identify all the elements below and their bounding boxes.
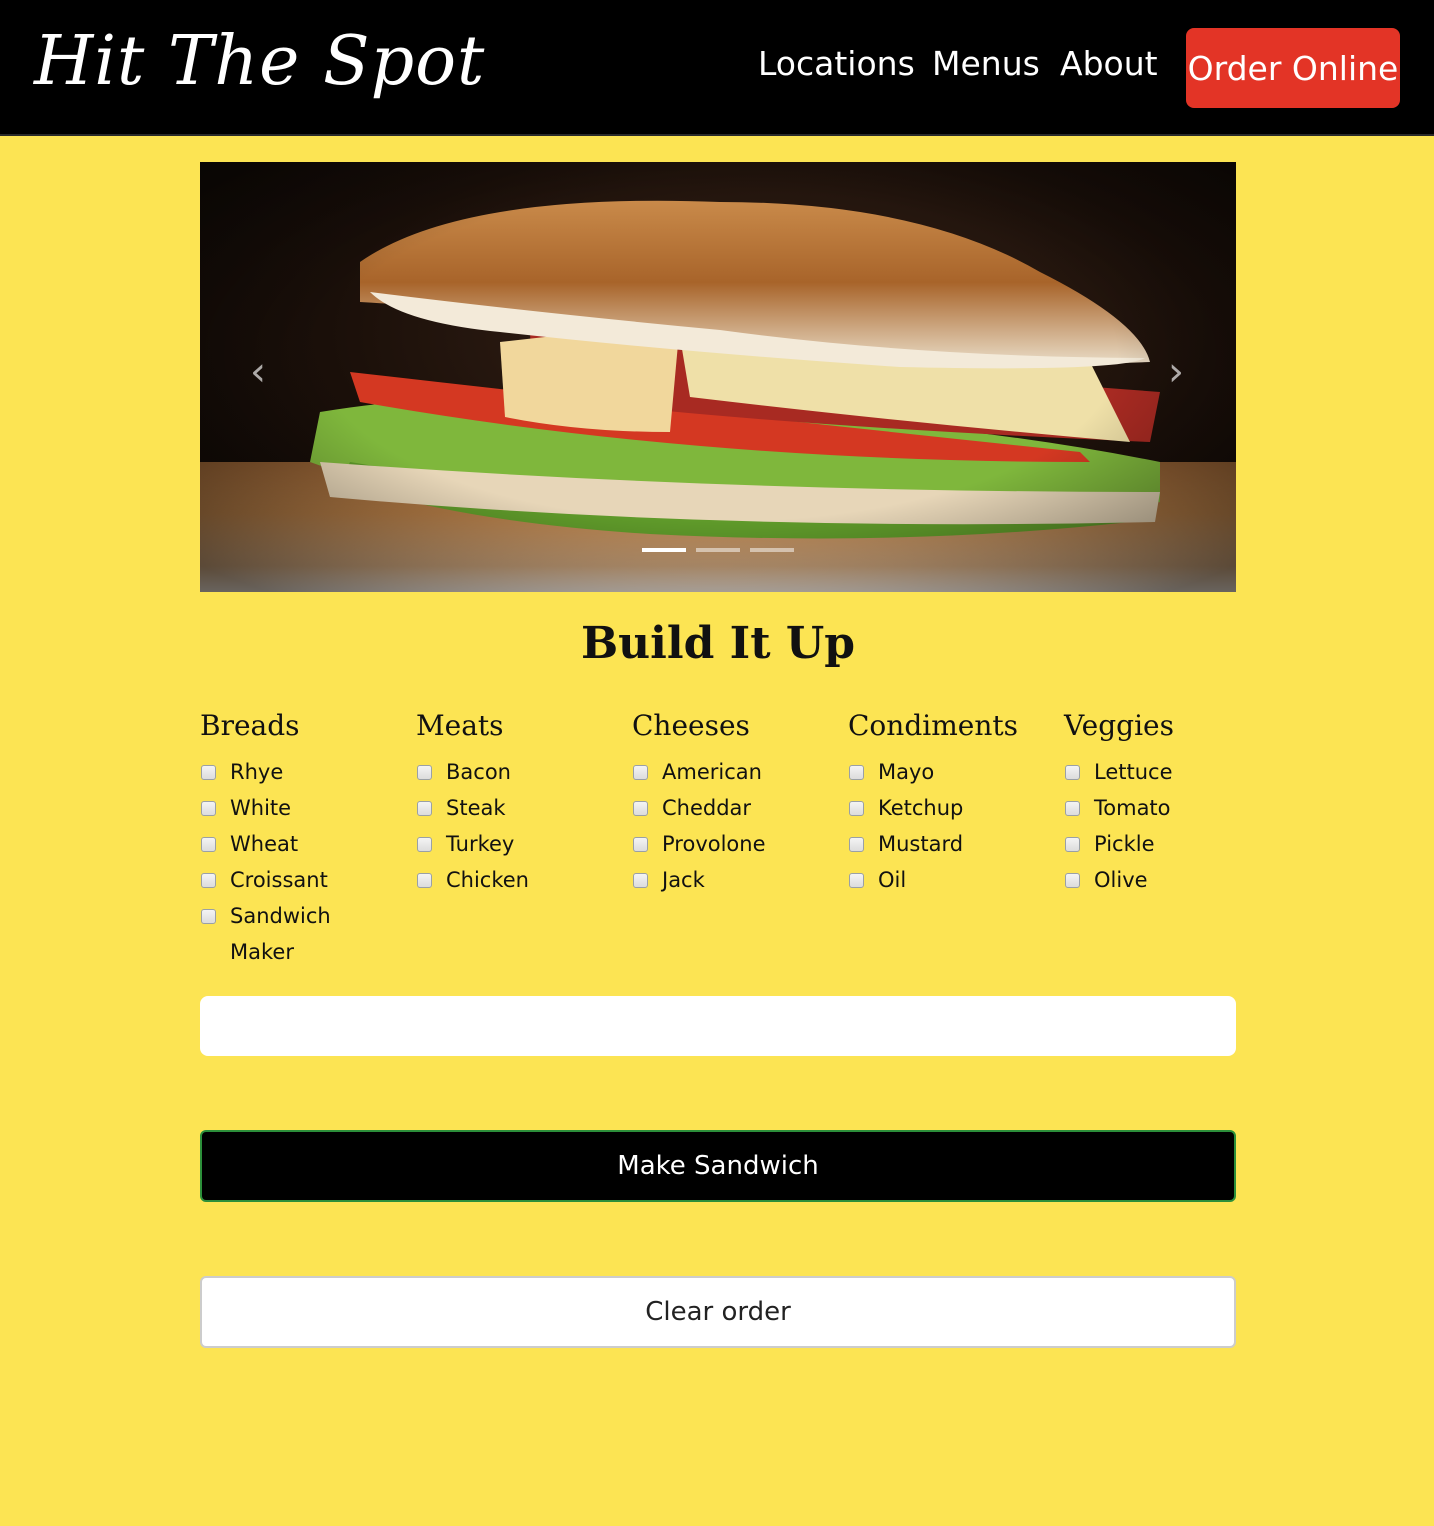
cheese-option[interactable]: American (632, 754, 782, 790)
option-label: Ketchup (878, 796, 964, 820)
meats-heading: Meats (416, 709, 504, 742)
breads-heading: Breads (200, 709, 300, 742)
option-label: Tomato (1094, 796, 1171, 820)
checkbox[interactable] (201, 765, 216, 780)
checkbox[interactable] (417, 873, 432, 888)
checkbox[interactable] (1065, 837, 1080, 852)
veggies-heading: Veggies (1064, 709, 1174, 742)
cheese-option[interactable]: Cheddar (632, 790, 782, 826)
checkbox[interactable] (417, 765, 432, 780)
carousel-prev-button[interactable]: ‹ (238, 352, 278, 392)
meat-option[interactable]: Chicken (416, 862, 566, 898)
nav-locations[interactable]: Locations (758, 44, 915, 83)
bread-option[interactable]: Wheat (200, 826, 350, 862)
condiment-option[interactable]: Ketchup (848, 790, 998, 826)
checkbox[interactable] (633, 873, 648, 888)
condiment-option[interactable]: Mustard (848, 826, 998, 862)
checkbox[interactable] (849, 801, 864, 816)
meat-option[interactable]: Turkey (416, 826, 566, 862)
veggie-option[interactable]: Tomato (1064, 790, 1214, 826)
nav-menus[interactable]: Menus (932, 44, 1040, 83)
option-label: Lettuce (1094, 760, 1173, 784)
checkbox[interactable] (201, 873, 216, 888)
order-online-button[interactable]: Order Online (1186, 28, 1400, 108)
brand-logo[interactable]: Hit The Spot (34, 22, 485, 101)
clear-order-button[interactable]: Clear order (200, 1276, 1236, 1348)
condiment-option[interactable]: Oil (848, 862, 998, 898)
bread-option[interactable]: Rhye (200, 754, 350, 790)
option-label: Rhye (230, 760, 284, 784)
option-label: Mayo (878, 760, 935, 784)
checkbox[interactable] (417, 837, 432, 852)
carousel-indicators (642, 548, 798, 554)
checkbox[interactable] (849, 873, 864, 888)
option-label: Bacon (446, 760, 511, 784)
option-label: Olive (1094, 868, 1148, 892)
option-label: American (662, 760, 762, 784)
cheese-option[interactable]: Jack (632, 862, 782, 898)
carousel-indicator-3[interactable] (750, 548, 794, 552)
make-sandwich-button[interactable]: Make Sandwich (200, 1130, 1236, 1202)
checkbox[interactable] (1065, 765, 1080, 780)
option-label: Croissant (230, 868, 328, 892)
checkbox[interactable] (201, 801, 216, 816)
cheeses-column: Cheeses American Cheddar Provolone Jack (632, 706, 822, 898)
option-label: White (230, 796, 292, 820)
chevron-left-icon: ‹ (250, 349, 266, 395)
checkbox[interactable] (633, 837, 648, 852)
veggie-option[interactable]: Lettuce (1064, 754, 1214, 790)
option-label: Cheddar (662, 796, 752, 820)
option-label: Jack (662, 868, 705, 892)
option-label: Chicken (446, 868, 529, 892)
checkbox[interactable] (849, 765, 864, 780)
checkbox[interactable] (849, 837, 864, 852)
checkbox[interactable] (417, 801, 432, 816)
bread-option[interactable]: Sandwich Maker (200, 898, 350, 970)
checkbox[interactable] (201, 909, 216, 924)
sandwich-carousel: ‹ › (200, 162, 1236, 592)
checkbox[interactable] (633, 801, 648, 816)
carousel-indicator-1[interactable] (642, 548, 686, 552)
breads-column: Breads Rhye White Wheat Croissant Sandwi… (200, 706, 390, 970)
nav-about[interactable]: About (1060, 44, 1158, 83)
meat-option[interactable]: Bacon (416, 754, 566, 790)
condiments-column: Condiments Mayo Ketchup Mustard Oil (848, 706, 1038, 898)
cheese-option[interactable]: Provolone (632, 826, 782, 862)
carousel-indicator-2[interactable] (696, 548, 740, 552)
checkbox[interactable] (1065, 873, 1080, 888)
option-label: Mustard (878, 832, 964, 856)
option-label: Pickle (1094, 832, 1155, 856)
section-title: Build It Up (580, 618, 856, 669)
order-summary-input[interactable] (200, 996, 1236, 1056)
option-label: Turkey (446, 832, 515, 856)
veggie-option[interactable]: Pickle (1064, 826, 1214, 862)
veggie-option[interactable]: Olive (1064, 862, 1214, 898)
checkbox[interactable] (1065, 801, 1080, 816)
checkbox[interactable] (201, 837, 216, 852)
checkbox[interactable] (633, 765, 648, 780)
option-label: Wheat (230, 832, 299, 856)
carousel-next-button[interactable]: › (1156, 352, 1196, 392)
condiment-option[interactable]: Mayo (848, 754, 998, 790)
meat-option[interactable]: Steak (416, 790, 566, 826)
option-label: Sandwich Maker (230, 904, 331, 964)
option-label: Provolone (662, 832, 766, 856)
top-navbar: Hit The Spot Locations Menus About Order… (0, 0, 1434, 136)
option-label: Oil (878, 868, 907, 892)
bread-option[interactable]: White (200, 790, 350, 826)
meats-column: Meats Bacon Steak Turkey Chicken (416, 706, 606, 898)
sandwich-image (200, 162, 1236, 592)
bread-option[interactable]: Croissant (200, 862, 350, 898)
veggies-column: Veggies Lettuce Tomato Pickle Olive (1064, 706, 1254, 898)
cheeses-heading: Cheeses (632, 709, 750, 742)
condiments-heading: Condiments (848, 709, 1018, 742)
option-label: Steak (446, 796, 506, 820)
chevron-right-icon: › (1168, 349, 1184, 395)
